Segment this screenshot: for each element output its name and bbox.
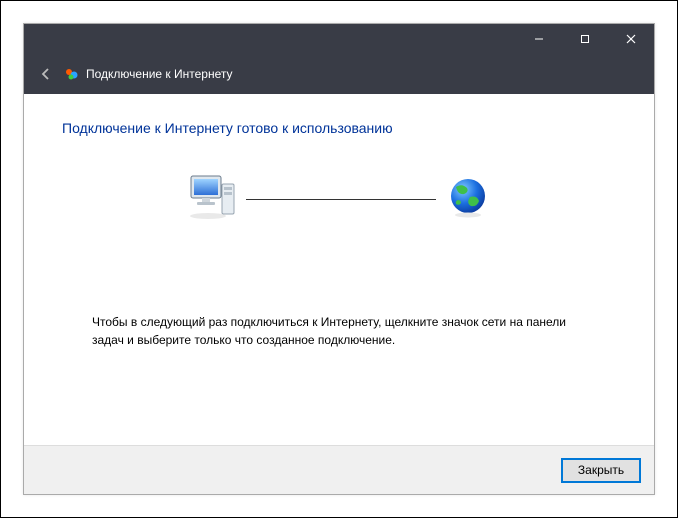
instruction-text: Чтобы в следующий раз подключиться к Инт… bbox=[92, 313, 586, 349]
page-heading: Подключение к Интернету готово к использ… bbox=[62, 120, 616, 136]
minimize-button[interactable] bbox=[516, 24, 562, 54]
wizard-title: Подключение к Интернету bbox=[86, 67, 233, 81]
screenshot-frame: Подключение к Интернету Подключение к Ин… bbox=[0, 0, 678, 518]
maximize-icon bbox=[580, 34, 590, 44]
wizard-window: Подключение к Интернету Подключение к Ин… bbox=[23, 23, 655, 495]
wizard-header: Подключение к Интернету bbox=[24, 54, 654, 94]
connection-line bbox=[246, 199, 436, 200]
minimize-icon bbox=[534, 34, 544, 44]
computer-icon bbox=[188, 174, 236, 225]
titlebar bbox=[24, 24, 654, 54]
close-icon bbox=[626, 34, 636, 44]
maximize-button[interactable] bbox=[562, 24, 608, 54]
back-arrow-icon bbox=[38, 66, 54, 82]
globe-icon bbox=[446, 175, 490, 224]
back-button[interactable] bbox=[32, 60, 60, 88]
close-button[interactable]: Закрыть bbox=[562, 459, 640, 482]
connection-diagram bbox=[62, 174, 616, 225]
network-wizard-icon bbox=[64, 66, 80, 82]
footer: Закрыть bbox=[24, 445, 654, 494]
content-area: Подключение к Интернету готово к использ… bbox=[24, 94, 654, 445]
window-close-button[interactable] bbox=[608, 24, 654, 54]
